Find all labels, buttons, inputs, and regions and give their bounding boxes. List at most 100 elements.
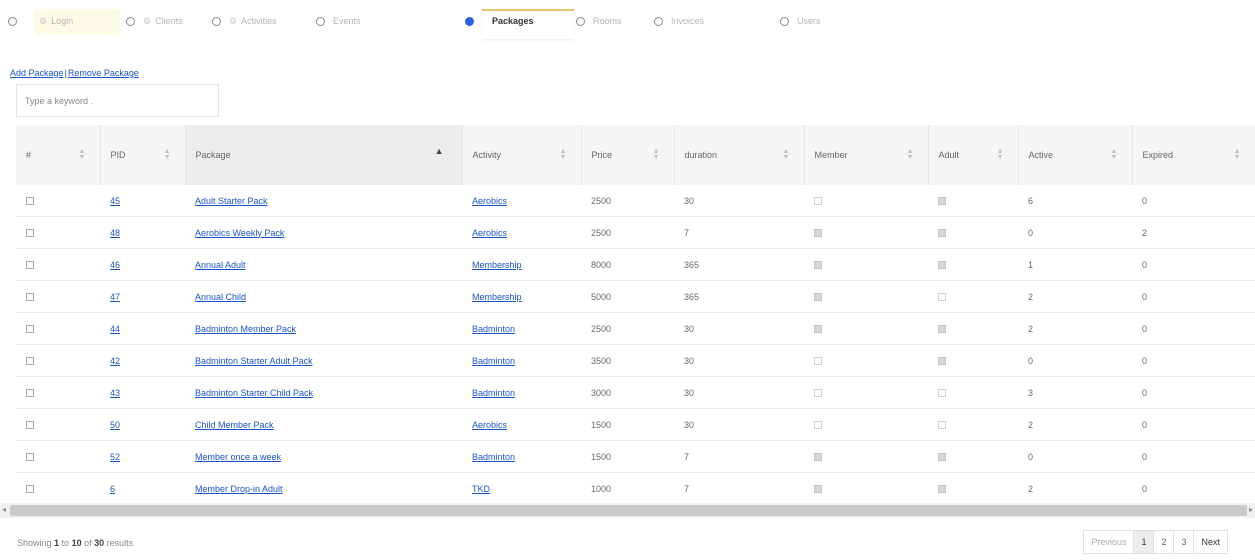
pid-cell: 47: [100, 280, 185, 313]
activity-link[interactable]: Aerobics: [472, 420, 507, 430]
pid-cell: 45: [100, 185, 185, 217]
packages-table-container: # ▲ ▼ PID ▲ ▼ Package ▲ Activity ▲ ▼ Price ▲ ▼ du…: [16, 125, 1255, 503]
nav-item-activities[interactable]: ⚙ Activities: [212, 8, 277, 34]
package-link[interactable]: Aerobics Weekly Pack: [195, 228, 284, 238]
pid-link[interactable]: 44: [110, 324, 120, 334]
select-cell: [16, 408, 100, 441]
select-cell: [16, 376, 100, 409]
nav-item-clients[interactable]: ⚙ Clients: [126, 8, 183, 34]
row-select-checkbox[interactable]: [26, 421, 34, 430]
activity-link[interactable]: Aerobics: [472, 196, 507, 206]
col-header-pid[interactable]: PID ▲ ▼: [100, 125, 186, 185]
pid-link[interactable]: 6: [110, 484, 115, 494]
page-button-2[interactable]: 2: [1154, 531, 1175, 553]
sort-icon: ▲ ▼: [1233, 148, 1241, 161]
pid-link[interactable]: 46: [110, 260, 120, 270]
nav-item-events[interactable]: Events: [316, 8, 361, 34]
adult-cell: [928, 408, 1018, 441]
pid-cell: 46: [100, 248, 185, 281]
activity-link[interactable]: Badminton: [472, 356, 515, 366]
expired-cell: 0: [1132, 408, 1255, 441]
col-header-price[interactable]: Price ▲ ▼: [581, 125, 675, 185]
active-cell: 2: [1018, 312, 1132, 345]
package-link[interactable]: Child Member Pack: [195, 420, 274, 430]
activity-link[interactable]: Aerobics: [472, 228, 507, 238]
package-link[interactable]: Adult Starter Pack: [195, 196, 268, 206]
price-cell: 1000: [581, 472, 674, 503]
search-input[interactable]: [16, 84, 219, 117]
select-cell: [16, 440, 100, 473]
member-cell: [804, 440, 928, 473]
package-link[interactable]: Badminton Starter Adult Pack: [195, 356, 313, 366]
activity-link[interactable]: Membership: [472, 260, 522, 270]
package-link[interactable]: Annual Child: [195, 292, 246, 302]
col-header-activity[interactable]: Activity ▲ ▼: [462, 125, 582, 185]
radio-selected-icon: [465, 16, 474, 26]
adult-checkbox: [938, 293, 946, 302]
row-select-checkbox[interactable]: [26, 197, 34, 206]
page-button-3[interactable]: 3: [1174, 531, 1195, 553]
adult-cell: [928, 248, 1018, 281]
scroll-left-icon[interactable]: ◂: [2, 505, 6, 514]
page-button-1[interactable]: 1: [1134, 531, 1155, 553]
package-link[interactable]: Annual Adult: [195, 260, 246, 270]
activity-cell: Badminton: [462, 344, 581, 377]
package-cell: Member once a week: [185, 440, 462, 473]
pid-link[interactable]: 43: [110, 388, 120, 398]
nav-item-packages[interactable]: Packages: [465, 8, 534, 34]
row-select-checkbox[interactable]: [26, 325, 34, 334]
activity-link[interactable]: Badminton: [472, 388, 515, 398]
col-header-package[interactable]: Package ▲: [185, 125, 463, 185]
table-row: 43 Badminton Starter Child Pack Badminton 3…: [16, 376, 1255, 409]
scrollbar-thumb[interactable]: [10, 505, 1247, 516]
col-header-member[interactable]: Member ▲ ▼: [804, 125, 929, 185]
scroll-right-icon[interactable]: ▸: [1249, 505, 1253, 514]
row-select-checkbox[interactable]: [26, 229, 34, 238]
row-select-checkbox[interactable]: [26, 485, 34, 494]
pid-cell: 52: [100, 440, 185, 473]
col-header-expired[interactable]: Expired ▲ ▼: [1132, 125, 1255, 185]
horizontal-scrollbar[interactable]: ◂ ▸: [0, 503, 1255, 518]
package-link[interactable]: Member Drop-in Adult: [195, 484, 283, 494]
nav-item-invoices[interactable]: Invoices: [654, 8, 704, 34]
package-cell: Annual Child: [185, 280, 462, 313]
pid-link[interactable]: 52: [110, 452, 120, 462]
row-select-checkbox[interactable]: [26, 357, 34, 366]
nav-item-login[interactable]: ⚙ Login: [8, 8, 73, 34]
remove-package-link[interactable]: Remove Package: [68, 68, 139, 78]
nav-item-users[interactable]: Users: [780, 8, 821, 34]
activity-cell: Aerobics: [462, 216, 581, 249]
table-row: 44 Badminton Member Pack Badminton 2500 30 2 0: [16, 312, 1255, 345]
activity-link[interactable]: TKD: [472, 484, 490, 494]
previous-page-button[interactable]: Previous: [1084, 531, 1135, 553]
package-link[interactable]: Badminton Member Pack: [195, 324, 296, 334]
row-select-checkbox[interactable]: [26, 261, 34, 270]
col-header-duration[interactable]: duration ▲ ▼: [674, 125, 805, 185]
pid-link[interactable]: 48: [110, 228, 120, 238]
nav-label: Clients: [155, 16, 183, 26]
activity-link[interactable]: Badminton: [472, 452, 515, 462]
row-select-checkbox[interactable]: [26, 389, 34, 398]
col-header-active[interactable]: Active ▲ ▼: [1018, 125, 1133, 185]
pid-link[interactable]: 50: [110, 420, 120, 430]
activity-link[interactable]: Badminton: [472, 324, 515, 334]
pid-link[interactable]: 45: [110, 196, 120, 206]
col-header-adult[interactable]: Adult ▲ ▼: [928, 125, 1019, 185]
member-cell: [804, 216, 928, 249]
member-cell: [804, 472, 928, 503]
pid-link[interactable]: 47: [110, 292, 120, 302]
col-header-select[interactable]: # ▲ ▼: [16, 125, 101, 185]
nav-item-rooms[interactable]: Rooms: [576, 8, 622, 34]
package-cell: Member Drop-in Adult: [185, 472, 462, 503]
pid-link[interactable]: 42: [110, 356, 120, 366]
expired-cell: 0: [1132, 472, 1255, 503]
pid-cell: 43: [100, 376, 185, 409]
package-link[interactable]: Member once a week: [195, 452, 281, 462]
package-cell: Badminton Starter Child Pack: [185, 376, 462, 409]
add-package-link[interactable]: Add Package: [10, 68, 64, 78]
row-select-checkbox[interactable]: [26, 293, 34, 302]
package-link[interactable]: Badminton Starter Child Pack: [195, 388, 313, 398]
row-select-checkbox[interactable]: [26, 453, 34, 462]
next-page-button[interactable]: Next: [1194, 531, 1227, 553]
activity-link[interactable]: Membership: [472, 292, 522, 302]
